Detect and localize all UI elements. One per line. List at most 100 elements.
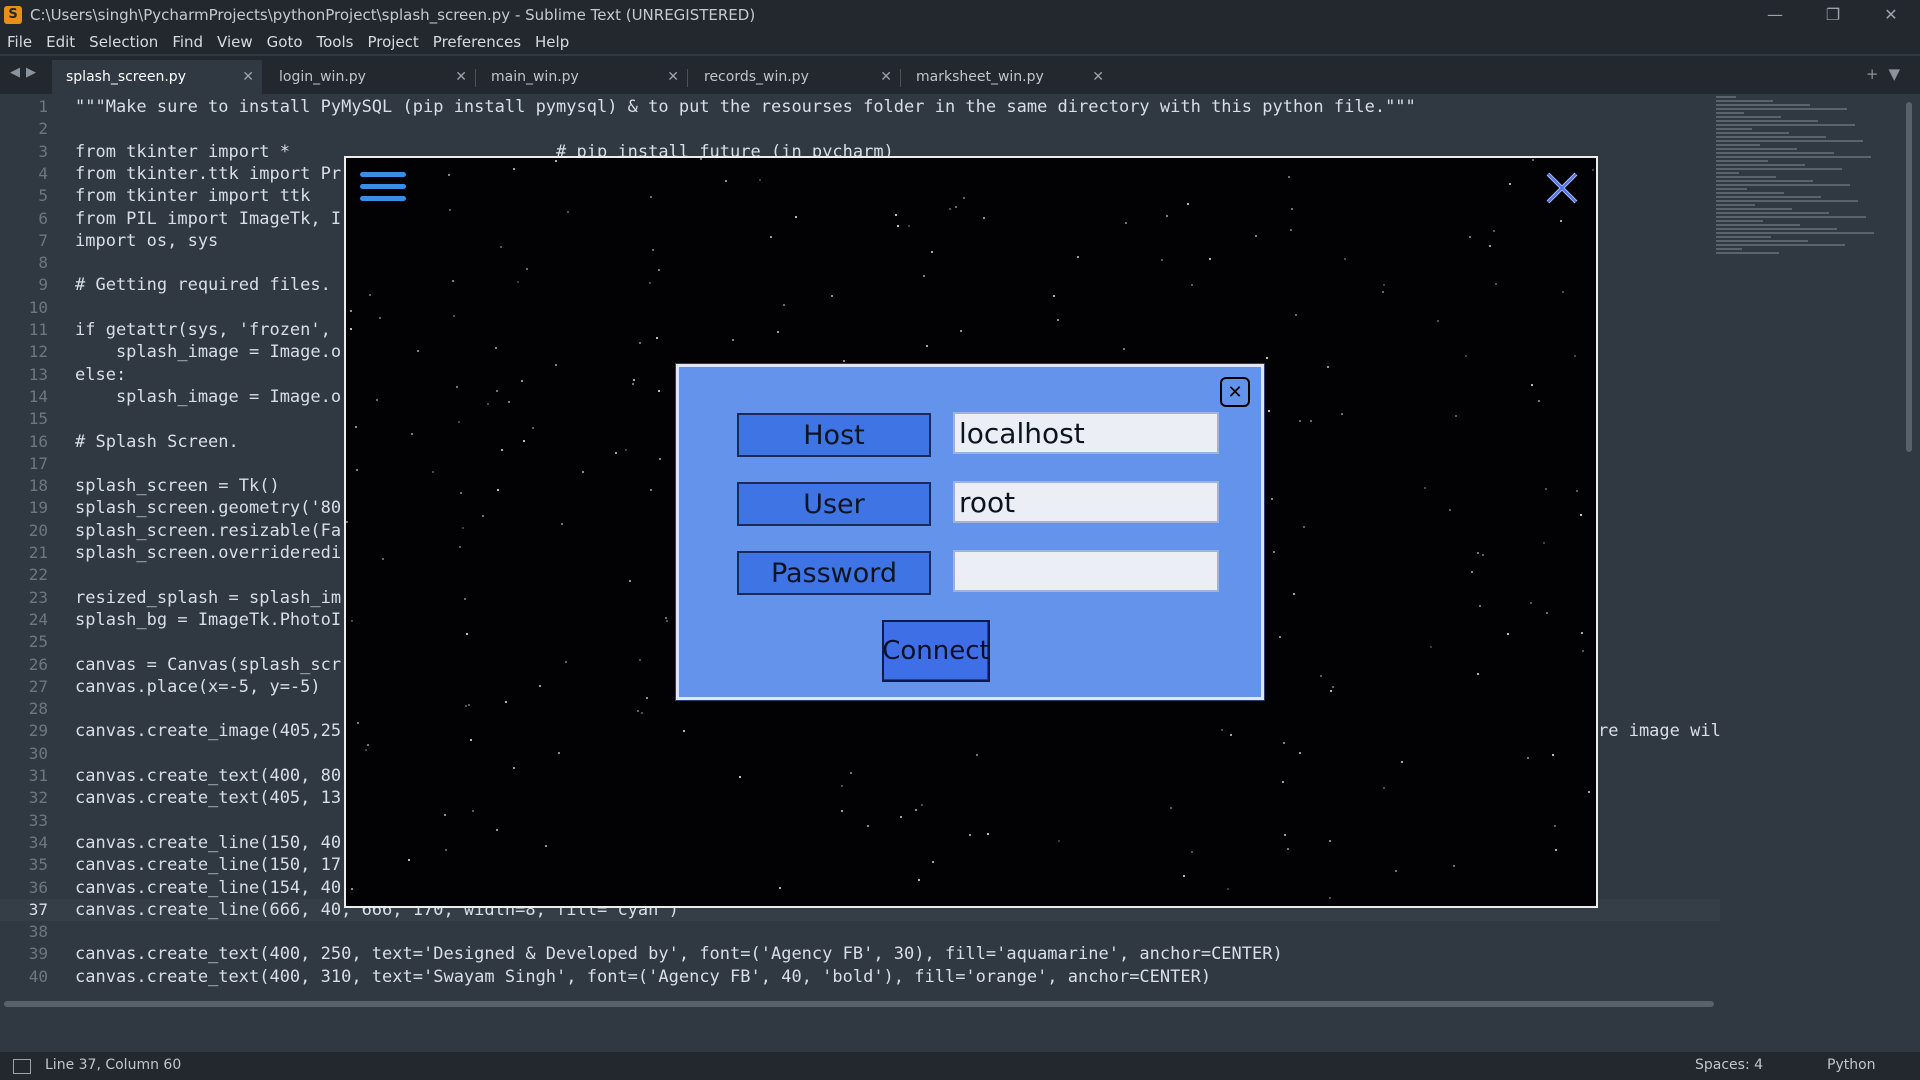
minimize-button[interactable]: — (1746, 0, 1804, 29)
menu-file[interactable]: File (0, 33, 39, 51)
menu-view[interactable]: View (210, 33, 260, 51)
minimap-line (1716, 112, 1744, 114)
menu-edit[interactable]: Edit (39, 33, 82, 51)
menu-find[interactable]: Find (165, 33, 210, 51)
tab-close-icon[interactable]: ✕ (242, 69, 254, 85)
star (376, 399, 379, 402)
code-line: splash_screen.overrideredi (75, 543, 342, 563)
star (923, 274, 926, 277)
star (350, 327, 353, 330)
tab-records-win[interactable]: records_win.py ✕ (690, 60, 901, 94)
password-input[interactable] (953, 550, 1219, 592)
star (494, 347, 497, 350)
star (472, 809, 475, 812)
tab-close-icon[interactable]: ✕ (667, 69, 679, 85)
star (1056, 318, 1059, 321)
line-number: 3 (38, 141, 48, 161)
panel-toggle-icon[interactable] (13, 1059, 31, 1074)
star (1587, 790, 1590, 793)
star (368, 294, 371, 297)
user-input[interactable]: root (953, 481, 1219, 523)
star (926, 345, 929, 348)
star (1160, 259, 1163, 262)
star (636, 709, 639, 712)
star (638, 341, 641, 344)
tab-close-icon[interactable]: ✕ (1092, 69, 1104, 85)
minimap-line (1716, 220, 1763, 222)
vertical-scrollbar[interactable] (1904, 100, 1914, 988)
star (445, 848, 448, 851)
star (1052, 294, 1055, 297)
minimap-line (1716, 196, 1821, 198)
star (1436, 319, 1439, 322)
tab-splash-screen[interactable]: splash_screen.py ✕ (52, 60, 262, 94)
line-number: 22 (28, 565, 48, 585)
window-title: C:\Users\singh\PycharmProjects\pythonPro… (30, 5, 756, 24)
tab-login-win[interactable]: login_win.py ✕ (265, 60, 476, 94)
dialog-close-button[interactable]: ✕ (1220, 377, 1250, 407)
tab-close-icon[interactable]: ✕ (455, 69, 467, 85)
tab-controls-icon[interactable]: +▼ (1866, 65, 1910, 83)
star (968, 834, 971, 837)
tab-nav-arrows-icon[interactable]: ◀▶ (10, 65, 42, 80)
scroll-thumb[interactable] (1906, 102, 1912, 452)
minimap-line (1716, 104, 1810, 106)
star (683, 729, 686, 732)
menu-project[interactable]: Project (360, 33, 425, 51)
minimap-line (1716, 240, 1808, 242)
star (582, 470, 585, 473)
minimap[interactable] (1716, 94, 1896, 254)
star (783, 304, 786, 307)
host-label: Host (737, 413, 931, 457)
menu-tools[interactable]: Tools (310, 33, 361, 51)
star (1530, 602, 1533, 605)
star (1268, 409, 1271, 412)
line-number: 6 (38, 208, 48, 228)
star (1449, 509, 1452, 512)
star (452, 279, 455, 282)
star (1319, 675, 1322, 677)
star (758, 178, 761, 181)
horizontal-scrollbar[interactable] (4, 999, 1900, 1009)
tab-close-icon[interactable]: ✕ (880, 69, 892, 85)
host-input[interactable]: localhost (953, 412, 1219, 454)
hamburger-menu-icon[interactable] (360, 172, 406, 210)
indentation-setting[interactable]: Spaces: 4 (1695, 1057, 1763, 1073)
tab-marksheet-win[interactable]: marksheet_win.py ✕ (902, 60, 1112, 94)
scroll-thumb[interactable] (4, 1001, 1714, 1007)
star (1394, 869, 1397, 872)
star (918, 879, 921, 882)
connect-button[interactable]: Connect (882, 620, 990, 682)
star (900, 816, 903, 819)
star (520, 379, 523, 382)
tab-main-win[interactable]: main_win.py ✕ (477, 60, 688, 94)
star (558, 751, 561, 754)
status-bar: Line 37, Column 60 Spaces: 4 Python (0, 1052, 1920, 1080)
menu-selection[interactable]: Selection (82, 33, 165, 51)
minimap-line (1716, 120, 1818, 122)
star (650, 488, 653, 491)
line-number: 28 (28, 699, 48, 719)
menu-goto[interactable]: Goto (260, 33, 310, 51)
star (456, 385, 459, 388)
star (1292, 592, 1295, 595)
star (976, 753, 979, 756)
star (1554, 849, 1557, 852)
star (566, 210, 569, 213)
cursor-position[interactable]: Line 37, Column 60 (45, 1057, 181, 1073)
menu-preferences[interactable]: Preferences (426, 33, 528, 51)
star (1282, 741, 1285, 744)
restore-button[interactable]: ❐ (1804, 0, 1862, 29)
close-window-button[interactable]: ✕ (1862, 0, 1920, 29)
star (1170, 806, 1173, 809)
star (1506, 633, 1509, 636)
close-x-icon[interactable] (1542, 168, 1582, 208)
syntax-selector[interactable]: Python (1827, 1057, 1876, 1073)
line-number: 27 (28, 676, 48, 696)
star (1289, 229, 1292, 232)
star (1328, 840, 1331, 843)
line-number: 37 (28, 899, 48, 919)
star (469, 739, 472, 742)
menu-help[interactable]: Help (528, 33, 576, 51)
star (648, 282, 651, 285)
